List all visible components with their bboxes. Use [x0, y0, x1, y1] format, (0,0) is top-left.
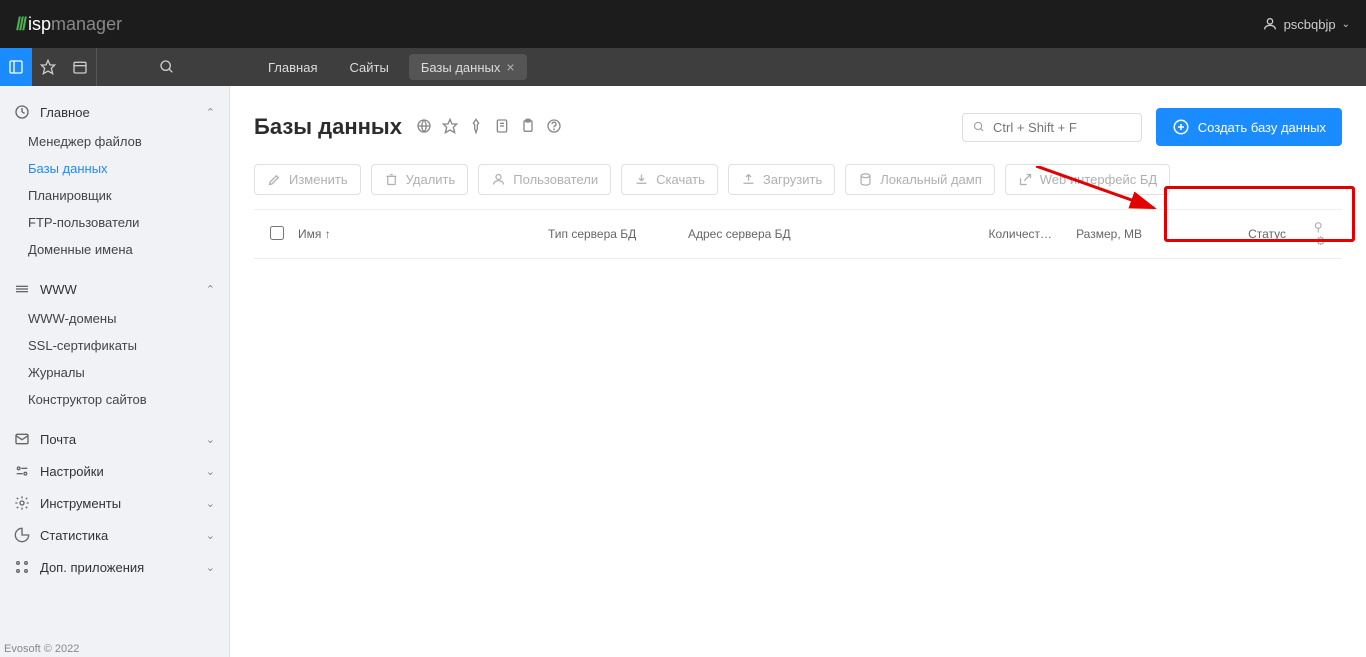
close-icon[interactable]: ×	[506, 59, 514, 75]
top-search-button[interactable]	[96, 48, 236, 86]
mail-icon	[14, 431, 30, 447]
trash-icon	[384, 172, 399, 187]
user-name: pscbqbjp	[1284, 17, 1336, 32]
database-icon	[858, 172, 873, 187]
upload-icon	[741, 172, 756, 187]
tab-databases[interactable]: Базы данных ×	[409, 54, 527, 80]
sidebar-section-mail[interactable]: Почта ⌄	[0, 423, 229, 455]
sidebar-section-www[interactable]: WWW ⌃	[0, 273, 229, 305]
sidebar-section-tools[interactable]: Инструменты ⌄	[0, 487, 229, 519]
sidebar-item-file-manager[interactable]: Менеджер файлов	[0, 128, 229, 155]
chevron-down-icon: ⌄	[206, 561, 215, 574]
create-database-button[interactable]: Создать базу данных	[1156, 108, 1342, 146]
sidebar-item-databases[interactable]: Базы данных	[0, 155, 229, 182]
search-input[interactable]	[993, 120, 1131, 135]
sidebar-item-site-builder[interactable]: Конструктор сайтов	[0, 386, 229, 413]
dashboard-icon	[14, 104, 30, 120]
page-title: Базы данных	[254, 114, 402, 140]
sidebar-item-scheduler[interactable]: Планировщик	[0, 182, 229, 209]
chevron-up-icon: ⌃	[206, 283, 215, 296]
panel-toggle-button[interactable]	[0, 48, 32, 86]
apps-icon	[14, 559, 30, 575]
sidebar-item-www-domains[interactable]: WWW-домены	[0, 305, 229, 332]
logo: /// isp manager	[16, 14, 122, 35]
search-icon	[159, 59, 175, 75]
logo-slashes-icon: ///	[16, 14, 25, 35]
column-count[interactable]: Количест…	[980, 227, 1060, 241]
search-icon	[973, 120, 985, 134]
favorite-button[interactable]	[32, 48, 64, 86]
logo-text-manager: manager	[51, 14, 122, 35]
edit-button[interactable]: Изменить	[254, 164, 361, 195]
filter-icon[interactable]: ⚲	[1314, 220, 1323, 234]
external-icon	[1018, 172, 1033, 187]
sidebar-section-settings[interactable]: Настройки ⌄	[0, 455, 229, 487]
footer-copyright: Evosoft © 2022	[4, 643, 79, 655]
web-interface-button[interactable]: Web интерфейс БД	[1005, 164, 1170, 195]
document-icon[interactable]	[494, 118, 510, 137]
column-status[interactable]: Статус	[1214, 227, 1294, 241]
logo-text-isp: isp	[28, 14, 51, 35]
chevron-down-icon: ⌄	[206, 497, 215, 510]
select-all-checkbox[interactable]	[270, 226, 284, 240]
chevron-down-icon: ⌄	[206, 433, 215, 446]
sidebar-section-apps[interactable]: Доп. приложения ⌄	[0, 551, 229, 583]
upload-button[interactable]: Загрузить	[728, 164, 835, 195]
star-icon[interactable]	[442, 118, 458, 137]
user-icon	[1262, 16, 1278, 32]
chevron-down-icon: ⌄	[206, 465, 215, 478]
search-box[interactable]	[962, 113, 1142, 142]
users-button[interactable]: Пользователи	[478, 164, 611, 195]
sidebar: Главное ⌃ Менеджер файлов Базы данных Пл…	[0, 86, 230, 657]
gear-icon	[14, 495, 30, 511]
plus-circle-icon	[1172, 118, 1190, 136]
sidebar-item-ssl-certs[interactable]: SSL-сертификаты	[0, 332, 229, 359]
star-icon	[40, 59, 56, 75]
help-icon[interactable]	[546, 118, 562, 137]
local-dump-button[interactable]: Локальный дамп	[845, 164, 995, 195]
main-content: Базы данных Создать баз	[230, 86, 1366, 657]
sidebar-section-stats[interactable]: Статистика ⌄	[0, 519, 229, 551]
clipboard-icon[interactable]	[520, 118, 536, 137]
gear-icon[interactable]: ⚙	[1315, 234, 1326, 248]
sidebar-item-domain-names[interactable]: Доменные имена	[0, 236, 229, 263]
top-header: /// isp manager pscbqbjp ⌄	[0, 0, 1366, 48]
www-icon	[14, 281, 30, 297]
calendar-button[interactable]	[64, 48, 96, 86]
breadcrumb-home[interactable]: Главная	[256, 55, 329, 80]
tabs-bar: Главная Сайты Базы данных ×	[0, 48, 1366, 86]
column-server-type[interactable]: Тип сервера БД	[540, 227, 680, 241]
settings-icon	[14, 463, 30, 479]
column-name[interactable]: Имя ↑	[290, 227, 540, 241]
globe-icon[interactable]	[416, 118, 432, 137]
users-icon	[491, 172, 506, 187]
delete-button[interactable]: Удалить	[371, 164, 469, 195]
download-icon	[634, 172, 649, 187]
breadcrumb-sites[interactable]: Сайты	[337, 55, 400, 80]
panel-icon	[8, 59, 24, 75]
column-size[interactable]: Размер, MB	[1060, 227, 1150, 241]
sidebar-item-ftp-users[interactable]: FTP-пользователи	[0, 209, 229, 236]
sidebar-section-main[interactable]: Главное ⌃	[0, 96, 229, 128]
chevron-down-icon: ⌄	[206, 529, 215, 542]
action-toolbar: Изменить Удалить Пользователи Скачать За…	[254, 164, 1342, 195]
pie-icon	[14, 527, 30, 543]
user-menu[interactable]: pscbqbjp ⌄	[1262, 16, 1350, 32]
table-header: Имя ↑ Тип сервера БД Адрес сервера БД Ко…	[254, 209, 1342, 259]
download-button[interactable]: Скачать	[621, 164, 718, 195]
pin-icon[interactable]	[468, 118, 484, 137]
chevron-down-icon: ⌄	[1342, 19, 1350, 30]
column-server-addr[interactable]: Адрес сервера БД	[680, 227, 980, 241]
calendar-icon	[72, 59, 88, 75]
pencil-icon	[267, 172, 282, 187]
sidebar-item-logs[interactable]: Журналы	[0, 359, 229, 386]
chevron-up-icon: ⌃	[206, 106, 215, 119]
